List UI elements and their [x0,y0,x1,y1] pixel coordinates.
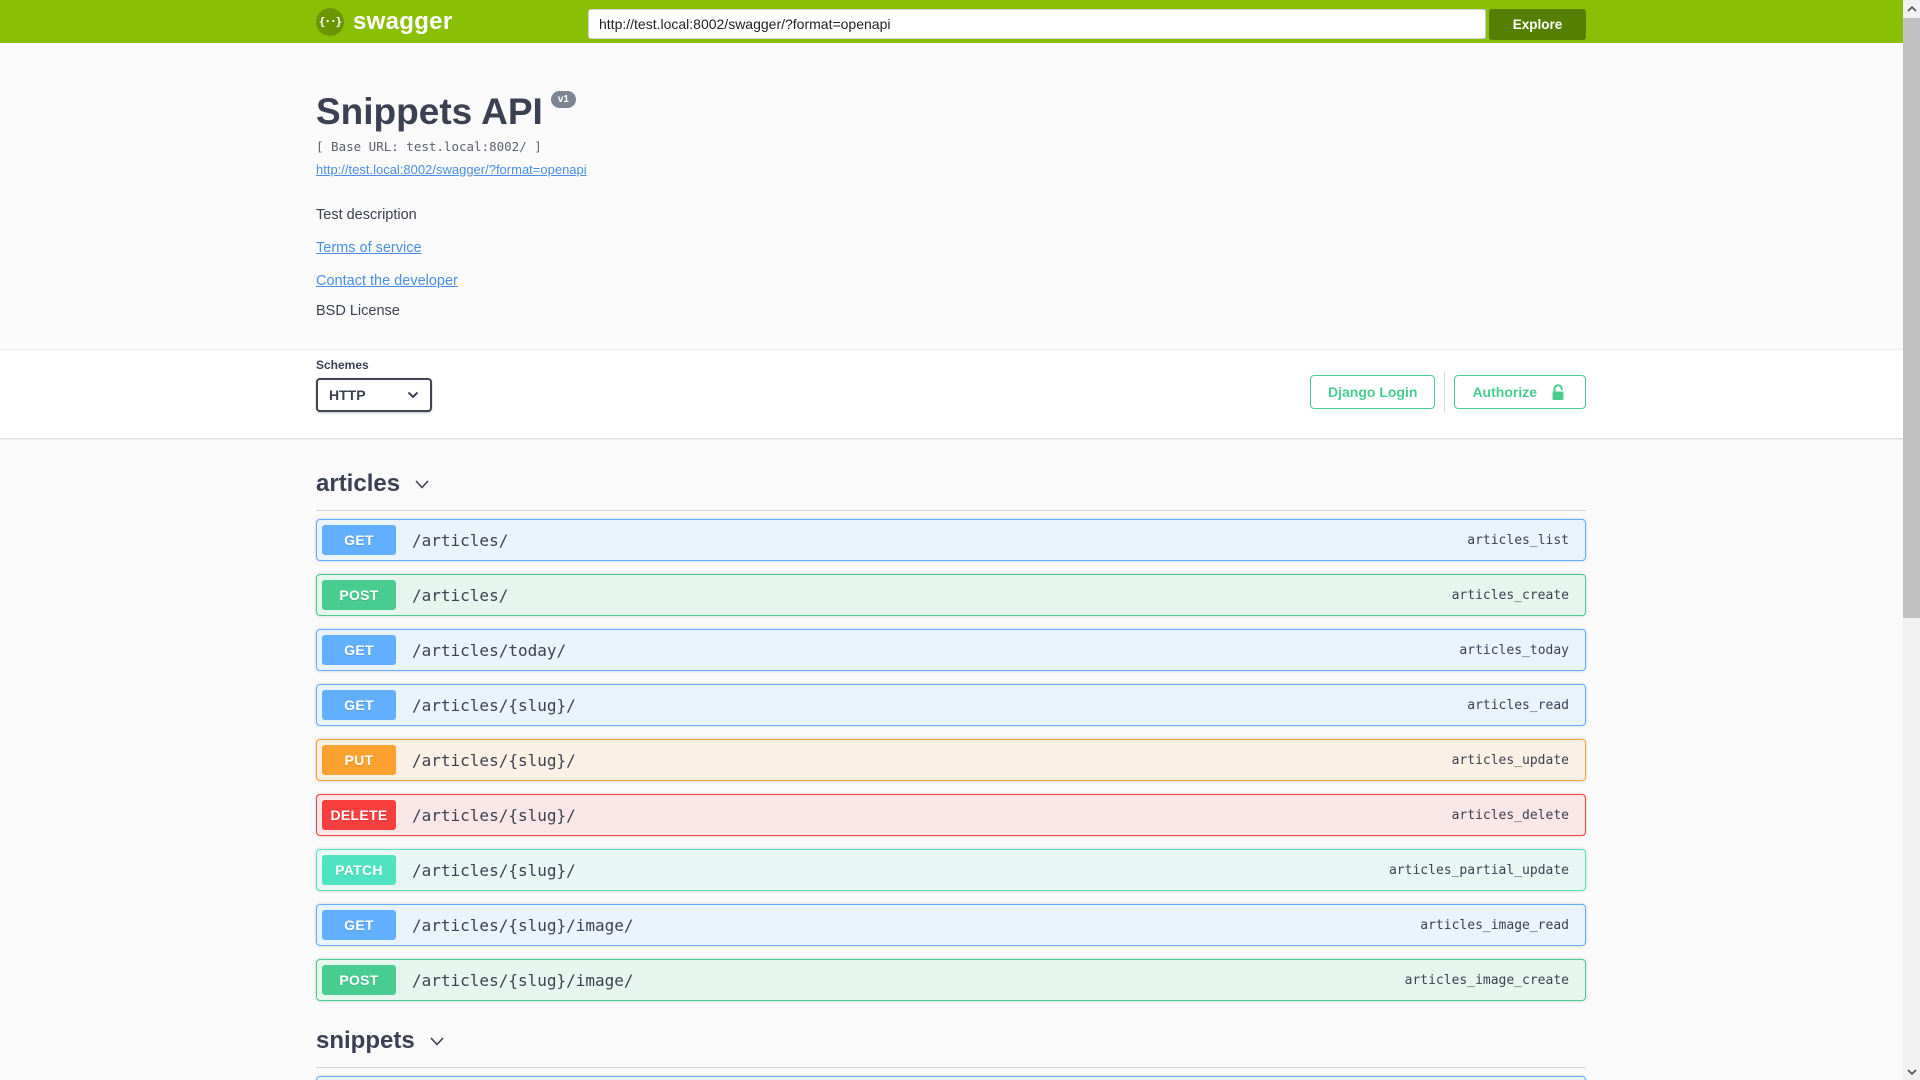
api-title: Snippets API [316,91,543,132]
method-badge: GET [322,690,396,720]
operation-path: /articles/today/ [412,640,567,660]
tag-divider [316,1067,1586,1068]
method-badge: GET [322,910,396,940]
operation-id: articles_update [1451,752,1569,768]
method-badge: GET [322,525,396,555]
operation-id: articles_delete [1451,807,1569,823]
tag-header-articles[interactable]: articles [316,468,1586,500]
schemes-label: Schemes [316,358,369,372]
explore-button[interactable]: Explore [1489,9,1586,40]
info-section: Snippets API v1 [ Base URL: test.local:8… [0,43,1920,349]
scrollbar-up-button[interactable] [1903,0,1920,17]
operation-path: /articles/{slug}/image/ [412,970,634,990]
chevron-down-icon [430,1037,444,1046]
scrollbar-up-icon [1906,5,1917,12]
tag-title: articles [316,470,401,497]
operation-path: /articles/{slug}/ [412,805,576,825]
swagger-logo[interactable]: {··} swagger [316,0,452,43]
method-badge: PUT [322,745,396,775]
method-badge: PATCH [322,855,396,885]
operation-path: /articles/{slug}/image/ [412,915,634,935]
api-tag-section: snippets GET/snippets/snippets_list [316,1025,1586,1080]
operation-path: /articles/{slug}/ [412,860,576,880]
swagger-ui-page: {··} swagger Explore Snippets API v1 [ B… [0,0,1920,1080]
operation-id: articles_image_read [1420,917,1569,933]
django-login-label: Django Login [1328,384,1418,400]
operation-id: articles_image_create [1404,972,1569,988]
scrollbar-down-button[interactable] [1903,1063,1920,1080]
operation-row[interactable]: POST/articles/{slug}/image/articles_imag… [316,959,1586,1001]
operation-path: /articles/ [412,585,509,605]
topbar: {··} swagger Explore [0,0,1920,43]
authorize-button[interactable]: Authorize [1454,375,1586,409]
method-badge: POST [322,580,396,610]
method-badge: GET [322,635,396,665]
scheme-select[interactable]: HTTP [316,378,432,412]
operation-row[interactable]: GET/articles/{slug}/image/articles_image… [316,904,1586,946]
auth-area: Django Login Authorize [1310,372,1586,412]
operation-row[interactable]: POST/articles/articles_create [316,574,1586,616]
api-tag-section: articles GET/articles/articles_list POST/a… [316,468,1586,1001]
spec-link[interactable]: http://test.local:8002/swagger/?format=o… [316,162,587,177]
scheme-selected-value: HTTP [329,387,366,403]
operations-sections: articles GET/articles/articles_list POST/a… [316,468,1586,1080]
operation-id: articles_list [1467,532,1569,548]
operation-path: /articles/ [412,530,509,550]
auth-divider [1444,372,1446,412]
operation-row[interactable]: GET/articles/today/articles_today [316,629,1586,671]
swagger-logo-text: swagger [353,7,453,35]
vertical-scrollbar[interactable] [1903,0,1920,1080]
operation-id: articles_partial_update [1388,862,1569,878]
scrollbar-thumb[interactable] [1903,18,1920,618]
operation-row[interactable]: PATCH/articles/{slug}/ articles_partial_u… [316,849,1586,891]
method-badge: DELETE [322,800,396,830]
tag-divider [316,510,1586,511]
unlock-icon [1552,384,1564,400]
contact-developer-link[interactable]: Contact the developer [316,273,458,289]
operation-path: /articles/{slug}/ [412,750,576,770]
method-badge: POST [322,965,396,995]
operation-path: /articles/{slug}/ [412,695,576,715]
chevron-down-icon [407,391,419,399]
authorize-label: Authorize [1472,384,1537,400]
operation-row[interactable]: GET/snippets/snippets_list [316,1076,1586,1080]
operation-row[interactable]: GET/articles/{slug}/ articles_read [316,684,1586,726]
title-row: Snippets API v1 [316,91,1586,132]
base-url-text: [ Base URL: test.local:8002/ ] [316,139,542,154]
chevron-down-icon [415,480,429,489]
operation-id: articles_read [1467,697,1569,713]
version-badge: v1 [550,91,576,108]
operation-id: articles_create [1451,587,1569,603]
operation-id: articles_today [1459,642,1569,658]
schemes-group: Schemes HTTP [316,358,432,412]
api-description: Test description [316,207,417,223]
terms-of-service-link[interactable]: Terms of service [316,240,422,256]
license-text: BSD License [316,303,400,319]
swagger-logo-icon: {··} [316,7,344,36]
django-login-button[interactable]: Django Login [1310,375,1436,409]
operation-row[interactable]: PUT/articles/{slug}/ articles_update [316,739,1586,781]
tag-header-snippets[interactable]: snippets [316,1025,1586,1057]
scrollbar-down-icon [1906,1068,1917,1075]
scheme-section: Schemes HTTP Django Login Authorize [0,349,1920,438]
operation-row[interactable]: GET/articles/articles_list [316,519,1586,561]
operation-row[interactable]: DELETE/articles/{slug}/ articles_delete [316,794,1586,836]
operations-area: articles GET/articles/articles_list POST/a… [0,438,1920,1080]
tag-title: snippets [316,1027,415,1054]
spec-url-input[interactable] [588,9,1486,39]
